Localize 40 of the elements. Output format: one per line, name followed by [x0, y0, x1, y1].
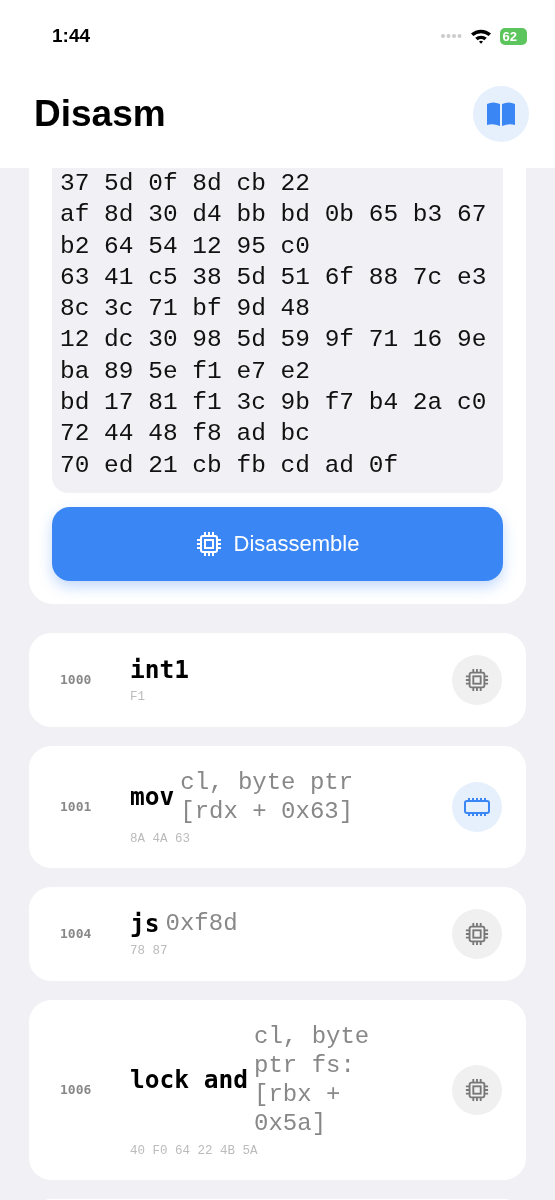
book-button[interactable]	[473, 86, 529, 142]
mnemonic: lock and	[130, 1065, 248, 1095]
byte-code: 8A 4A 63	[130, 831, 191, 846]
memory-icon[interactable]	[452, 781, 502, 832]
hex-line: 63 41 c5 38 5d 51 6f 88 7c e3	[60, 262, 488, 293]
disassemble-button[interactable]: Disassemble	[52, 506, 503, 581]
hex-line: 37 5d 0f 8d cb 22	[60, 169, 311, 199]
signal-icon	[439, 33, 462, 39]
operands: 0xf8d	[165, 909, 238, 939]
hex-line: ba 89 5e f1 e7 e2	[60, 356, 311, 387]
hex-line: b2 64 54 12 95 c0	[60, 231, 311, 262]
hex-line: 8c 3c 71 bf 9d 48	[60, 294, 311, 325]
address-label: 1000	[60, 672, 93, 688]
byte-code: F1	[130, 690, 146, 705]
app-title: Disasm	[34, 93, 166, 135]
battery-indicator: 62	[499, 27, 527, 45]
status-time: 1:44	[52, 25, 91, 47]
instruction-card[interactable]: 1004 js 0xf8d 78 87	[29, 886, 526, 981]
hex-line: 12 dc 30 98 5d 59 9f 71 16 9e	[60, 325, 488, 356]
operands: cl, byte ptr fs: [rbx + 0x5a]	[254, 1021, 371, 1138]
chip-icon[interactable]	[452, 908, 502, 959]
byte-code: 78 87	[130, 944, 169, 959]
chip-icon[interactable]	[452, 1064, 502, 1115]
chip-icon[interactable]	[452, 654, 502, 705]
address-label: 1004	[60, 926, 93, 942]
operands: cl, byte ptr [rdx + 0x63]	[180, 767, 355, 826]
chip-icon	[195, 530, 222, 557]
hex-line: af 8d 30 d4 bb bd 0b 65 b3 67	[60, 200, 488, 231]
hex-line: 70 ed 21 cb fb cd ad 0f	[60, 450, 400, 481]
byte-code: 40 F0 64 22 4B 5A	[130, 1143, 259, 1158]
book-icon	[486, 101, 516, 127]
hex-line: bd 17 81 f1 3c 9b f7 b4 2a c0	[60, 388, 488, 419]
address-label: 1006	[60, 1082, 93, 1098]
instruction-card[interactable]: 1000 int1 F1	[29, 632, 526, 727]
hex-line: 72 44 48 f8 ad bc	[60, 419, 311, 450]
mnemonic: js	[130, 909, 160, 939]
wifi-icon	[469, 28, 492, 44]
address-label: 1001	[60, 799, 93, 815]
mnemonic: int1	[130, 655, 189, 685]
mnemonic: mov	[130, 782, 175, 812]
